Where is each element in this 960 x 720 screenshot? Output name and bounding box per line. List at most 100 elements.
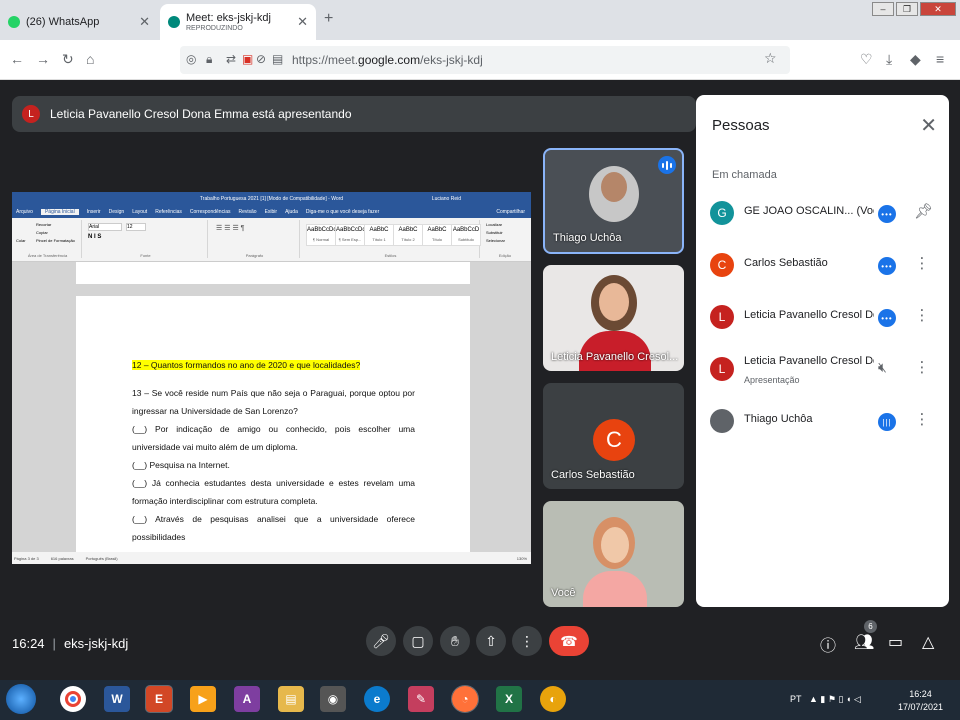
bold-button[interactable]: N I S <box>88 234 101 240</box>
permissions-icon[interactable]: ⇄ <box>226 52 236 66</box>
word-tab[interactable]: Revisão <box>238 209 256 215</box>
find-button[interactable]: Localizar <box>486 222 502 227</box>
participant-row[interactable]: Thiago Uchôa ||| ⋮ <box>710 405 938 441</box>
language-indicator[interactable]: PT ▲ ▮ ⚑ ▯ ◖ ◁ <box>790 694 861 705</box>
word-tab[interactable]: Inserir <box>87 209 101 215</box>
word-share[interactable]: Compartilhar <box>496 209 525 215</box>
participant-tile[interactable]: Leticia Pavanello Cresol... <box>543 265 684 371</box>
media-player-icon[interactable]: ▶ <box>190 686 216 712</box>
bookmark-star-icon[interactable]: ☆ <box>764 50 777 67</box>
close-window-button[interactable]: ✕ <box>920 2 956 16</box>
presentation-icon[interactable]: E <box>145 685 173 713</box>
minimize-button[interactable]: – <box>872 2 894 16</box>
shield-icon[interactable]: ◎ <box>186 52 196 66</box>
end-call-button[interactable]: ☎︎ <box>549 626 589 656</box>
word-tab[interactable]: Página Inicial <box>40 209 79 215</box>
more-options-icon[interactable]: ⋮ <box>914 358 930 376</box>
font-size-select[interactable]: 12 <box>126 223 146 231</box>
mic-blocked-icon[interactable]: ⊘ <box>256 52 266 66</box>
present-button[interactable]: ⇧ <box>476 626 506 656</box>
document-page[interactable]: 12 – Quantos formandos no ano de 2020 e … <box>76 296 470 556</box>
word-tab[interactable]: Design <box>109 209 125 215</box>
chrome-icon[interactable] <box>60 686 86 712</box>
word-tab[interactable]: Exibir <box>265 209 278 215</box>
back-icon[interactable]: ← <box>10 51 24 67</box>
edge-icon[interactable]: e <box>364 686 390 712</box>
participant-row[interactable]: L Leticia Pavanello Cresol Do... ••• ⋮ <box>710 301 938 337</box>
editing-group: Localizar Substituir Selecionar Edição <box>482 220 528 258</box>
system-clock[interactable]: 16:24 17/07/2021 <box>898 688 943 714</box>
cut-button[interactable]: Recortar <box>36 222 51 227</box>
word-tab[interactable]: Ajuda <box>285 209 298 215</box>
more-options-icon[interactable]: ⋮ <box>914 306 930 324</box>
new-tab-button[interactable]: + <box>324 10 333 28</box>
app-icon[interactable]: A <box>234 686 260 712</box>
pocket-icon[interactable]: ♡ <box>860 51 873 68</box>
more-options-button[interactable]: ⋮ <box>512 626 542 656</box>
style-option[interactable]: AaBbCcDc ¶ Sem Esp... <box>335 224 365 246</box>
close-tab-icon[interactable]: ✕ <box>297 14 308 30</box>
download-icon[interactable]: ⤓ <box>886 51 892 68</box>
raise-hand-button[interactable]: ✋︎ <box>440 626 470 656</box>
page-icon[interactable]: ▤ <box>272 52 283 66</box>
word-tab[interactable]: Layout <box>132 209 147 215</box>
extension-icon[interactable]: ◆ <box>910 51 921 68</box>
firefox-icon[interactable]: ◔ <box>451 685 479 713</box>
start-button[interactable] <box>6 684 36 714</box>
close-panel-icon[interactable]: ✕ <box>920 113 937 138</box>
more-options-icon[interactable]: ⋮ <box>914 254 930 272</box>
participant-tile[interactable]: Thiago Uchôa <box>543 148 684 254</box>
tab-meet[interactable]: Meet: eks-jskj-kdj REPRODUZINDO ✕ <box>160 4 316 40</box>
word-tell-me[interactable]: Diga-me o que você deseja fazer <box>306 209 379 215</box>
excel-icon[interactable]: X <box>496 686 522 712</box>
word-tab[interactable]: Correspondências <box>190 209 231 215</box>
forward-icon[interactable]: → <box>36 51 50 67</box>
camera-icon[interactable]: ▣ <box>242 52 253 66</box>
replace-button[interactable]: Substituir <box>486 230 503 235</box>
activities-icon[interactable]: △ <box>922 632 934 652</box>
paste-button[interactable]: Colar <box>16 238 26 243</box>
address-bar[interactable]: ◎ 🔒︎ ⇄ ▣ ⊘ ▤ https://meet.google.com/eks… <box>180 46 790 74</box>
select-button[interactable]: Selecionar <box>486 238 505 243</box>
reload-icon[interactable]: ↻ <box>62 51 74 68</box>
url-text[interactable]: https://meet.google.com/eks-jskj-kdj <box>292 53 483 67</box>
vpn-icon[interactable]: ◐ <box>540 686 566 712</box>
film-icon[interactable]: ◉ <box>320 686 346 712</box>
group-label: Fonte <box>140 253 151 258</box>
participant-row[interactable]: L Leticia Pavanello Cresol Do... Apresenta… <box>710 353 938 389</box>
pin-icon[interactable]: 📌︎ <box>914 202 933 220</box>
menu-icon[interactable]: ≡ <box>936 51 944 67</box>
style-option[interactable]: AaBbCcDc ¶ Normal <box>306 224 336 246</box>
word-tab[interactable]: Referências <box>155 209 182 215</box>
participant-row[interactable]: C Carlos Sebastião ••• ⋮ <box>710 249 938 285</box>
participant-tile[interactable]: C Carlos Sebastião <box>543 383 684 489</box>
home-icon[interactable]: ⌂ <box>86 51 94 67</box>
page-count: Página 3 de 3 <box>14 555 39 561</box>
participant-tile[interactable]: Você <box>543 501 684 607</box>
camera-button[interactable]: ▢ <box>403 626 433 656</box>
meeting-details-icon[interactable]: ⓘ <box>820 632 836 656</box>
word-icon[interactable]: W <box>104 686 130 712</box>
list-icons[interactable]: ☰ ☰ ☰ ¶ <box>216 224 244 232</box>
tile-name: Você <box>551 587 576 599</box>
lock-icon[interactable]: 🔒︎ <box>206 52 212 67</box>
paint-icon[interactable]: ✎ <box>408 686 434 712</box>
people-icon[interactable]: 👥︎ <box>854 632 874 652</box>
format-painter-button[interactable]: Pincel de Formatação <box>36 238 75 243</box>
font-name-select[interactable]: Arial <box>88 223 122 231</box>
copy-button[interactable]: Copiar <box>36 230 48 235</box>
participant-face <box>601 527 629 563</box>
mic-button[interactable]: 🎤︎ <box>366 626 396 656</box>
file-explorer-icon[interactable]: ▤ <box>278 686 304 712</box>
style-option[interactable]: AaBbCcD Subtítulo <box>451 224 481 246</box>
restore-button[interactable]: ❐ <box>896 2 918 16</box>
close-tab-icon[interactable]: ✕ <box>139 14 150 30</box>
style-option[interactable]: AaBbC Título 1 <box>364 224 394 246</box>
participant-row[interactable]: G GE JOAO OSCALIN... (Você) ••• 📌︎ <box>710 197 938 233</box>
style-option[interactable]: AaBbC Título 2 <box>393 224 423 246</box>
more-options-icon[interactable]: ⋮ <box>914 410 930 428</box>
chat-icon[interactable]: ▭ <box>888 632 903 652</box>
word-tab[interactable]: Arquivo <box>16 209 33 215</box>
tab-whatsapp[interactable]: (26) WhatsApp ✕ <box>0 4 158 40</box>
style-option[interactable]: AaBbC Título <box>422 224 452 246</box>
